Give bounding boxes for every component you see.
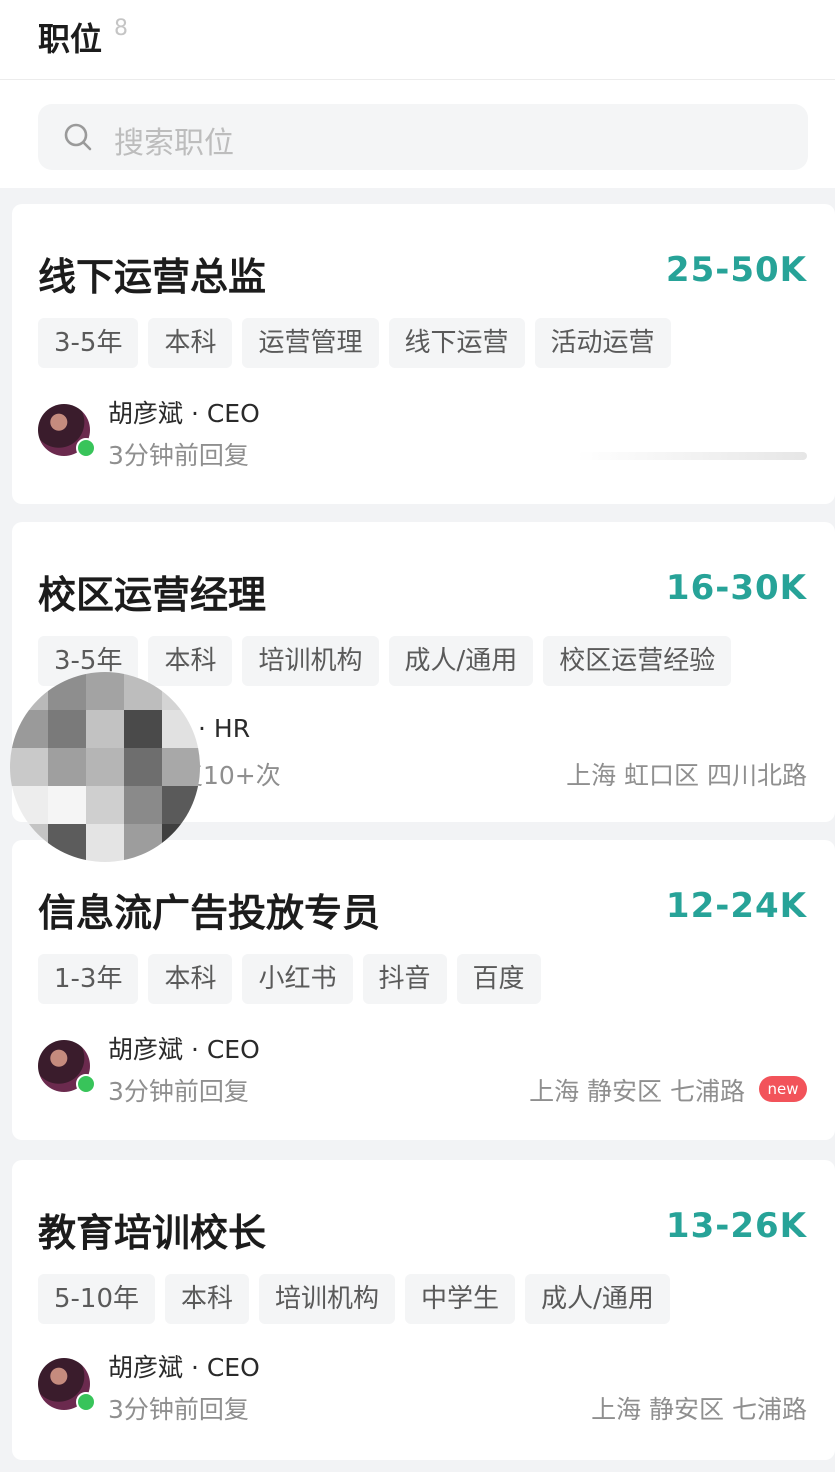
job-tag: 本科 xyxy=(148,318,233,368)
job-title: 信息流广告投放专员 xyxy=(38,891,381,935)
job-tag: 线下运营 xyxy=(388,318,525,368)
job-tag: 中学生 xyxy=(405,1274,516,1324)
location-placeholder xyxy=(577,452,807,460)
job-tag: 本科 xyxy=(165,1274,250,1324)
job-tag: 培训机构 xyxy=(242,636,379,686)
recruiter-name: 胡彦斌 · CEO xyxy=(108,1035,260,1064)
job-tag: 成人/通用 xyxy=(525,1274,670,1324)
recruiter-name: · HR xyxy=(198,714,251,743)
job-tag: 小红书 xyxy=(242,954,353,1004)
job-location: 上海 静安区 七浦路 xyxy=(591,1395,807,1424)
job-card[interactable]: 教育培训校长 13-26K 5-10年 本科 培训机构 中学生 成人/通用 胡彦… xyxy=(12,1160,835,1460)
reply-status: 3分钟前回复 xyxy=(108,1395,249,1424)
page-title: 职位 xyxy=(38,20,103,58)
job-salary: 25-50K xyxy=(665,250,807,290)
reply-status: 3分钟前回复 xyxy=(108,1077,249,1106)
online-status-icon xyxy=(76,1074,96,1094)
job-card[interactable]: 线下运营总监 25-50K 3-5年 本科 运营管理 线下运营 活动运营 胡彦斌… xyxy=(12,204,835,504)
job-salary: 12-24K xyxy=(665,886,807,926)
page-header: 职位 8 xyxy=(0,0,835,80)
job-salary: 16-30K xyxy=(665,568,807,608)
job-location: 上海 虹口区 四川北路 xyxy=(566,761,807,790)
job-tag: 培训机构 xyxy=(259,1274,396,1324)
job-title: 教育培训校长 xyxy=(38,1211,267,1255)
job-tag: 抖音 xyxy=(362,954,447,1004)
reply-status: 3分钟前回复 xyxy=(108,441,249,470)
job-count: 8 xyxy=(114,16,128,41)
search-input[interactable]: 搜索职位 xyxy=(38,104,808,170)
job-tags: 1-3年 本科 小红书 抖音 百度 xyxy=(38,954,541,1004)
recruiter-name: 胡彦斌 · CEO xyxy=(108,1353,260,1382)
job-tag: 3-5年 xyxy=(38,318,139,368)
job-tag: 活动运营 xyxy=(534,318,671,368)
job-salary: 13-26K xyxy=(665,1206,807,1246)
job-tag: 成人/通用 xyxy=(388,636,534,686)
pixelated-avatar-mosaic xyxy=(10,672,200,862)
job-title: 线下运营总监 xyxy=(38,255,267,299)
search-icon xyxy=(64,123,92,151)
job-tag: 校区运营经验 xyxy=(543,636,732,686)
job-tag: 1-3年 xyxy=(38,954,139,1004)
job-tag: 运营管理 xyxy=(242,318,379,368)
new-badge: new xyxy=(759,1076,807,1102)
job-title: 校区运营经理 xyxy=(38,573,267,617)
job-tag: 本科 xyxy=(148,636,233,686)
job-tag: 本科 xyxy=(148,954,233,1004)
search-area: 搜索职位 xyxy=(0,80,835,188)
job-location: 上海 静安区 七浦路 xyxy=(529,1077,745,1106)
search-placeholder: 搜索职位 xyxy=(114,126,234,161)
job-tags: 3-5年 本科 运营管理 线下运营 活动运营 xyxy=(38,318,671,368)
job-tag: 百度 xyxy=(456,954,541,1004)
online-status-icon xyxy=(76,1392,96,1412)
job-tags: 5-10年 本科 培训机构 中学生 成人/通用 xyxy=(38,1274,670,1324)
job-card[interactable]: 信息流广告投放专员 12-24K 1-3年 本科 小红书 抖音 百度 胡彦斌 ·… xyxy=(12,840,835,1140)
online-status-icon xyxy=(76,438,96,458)
job-tag: 5-10年 xyxy=(38,1274,156,1324)
recruiter-name: 胡彦斌 · CEO xyxy=(108,399,260,428)
